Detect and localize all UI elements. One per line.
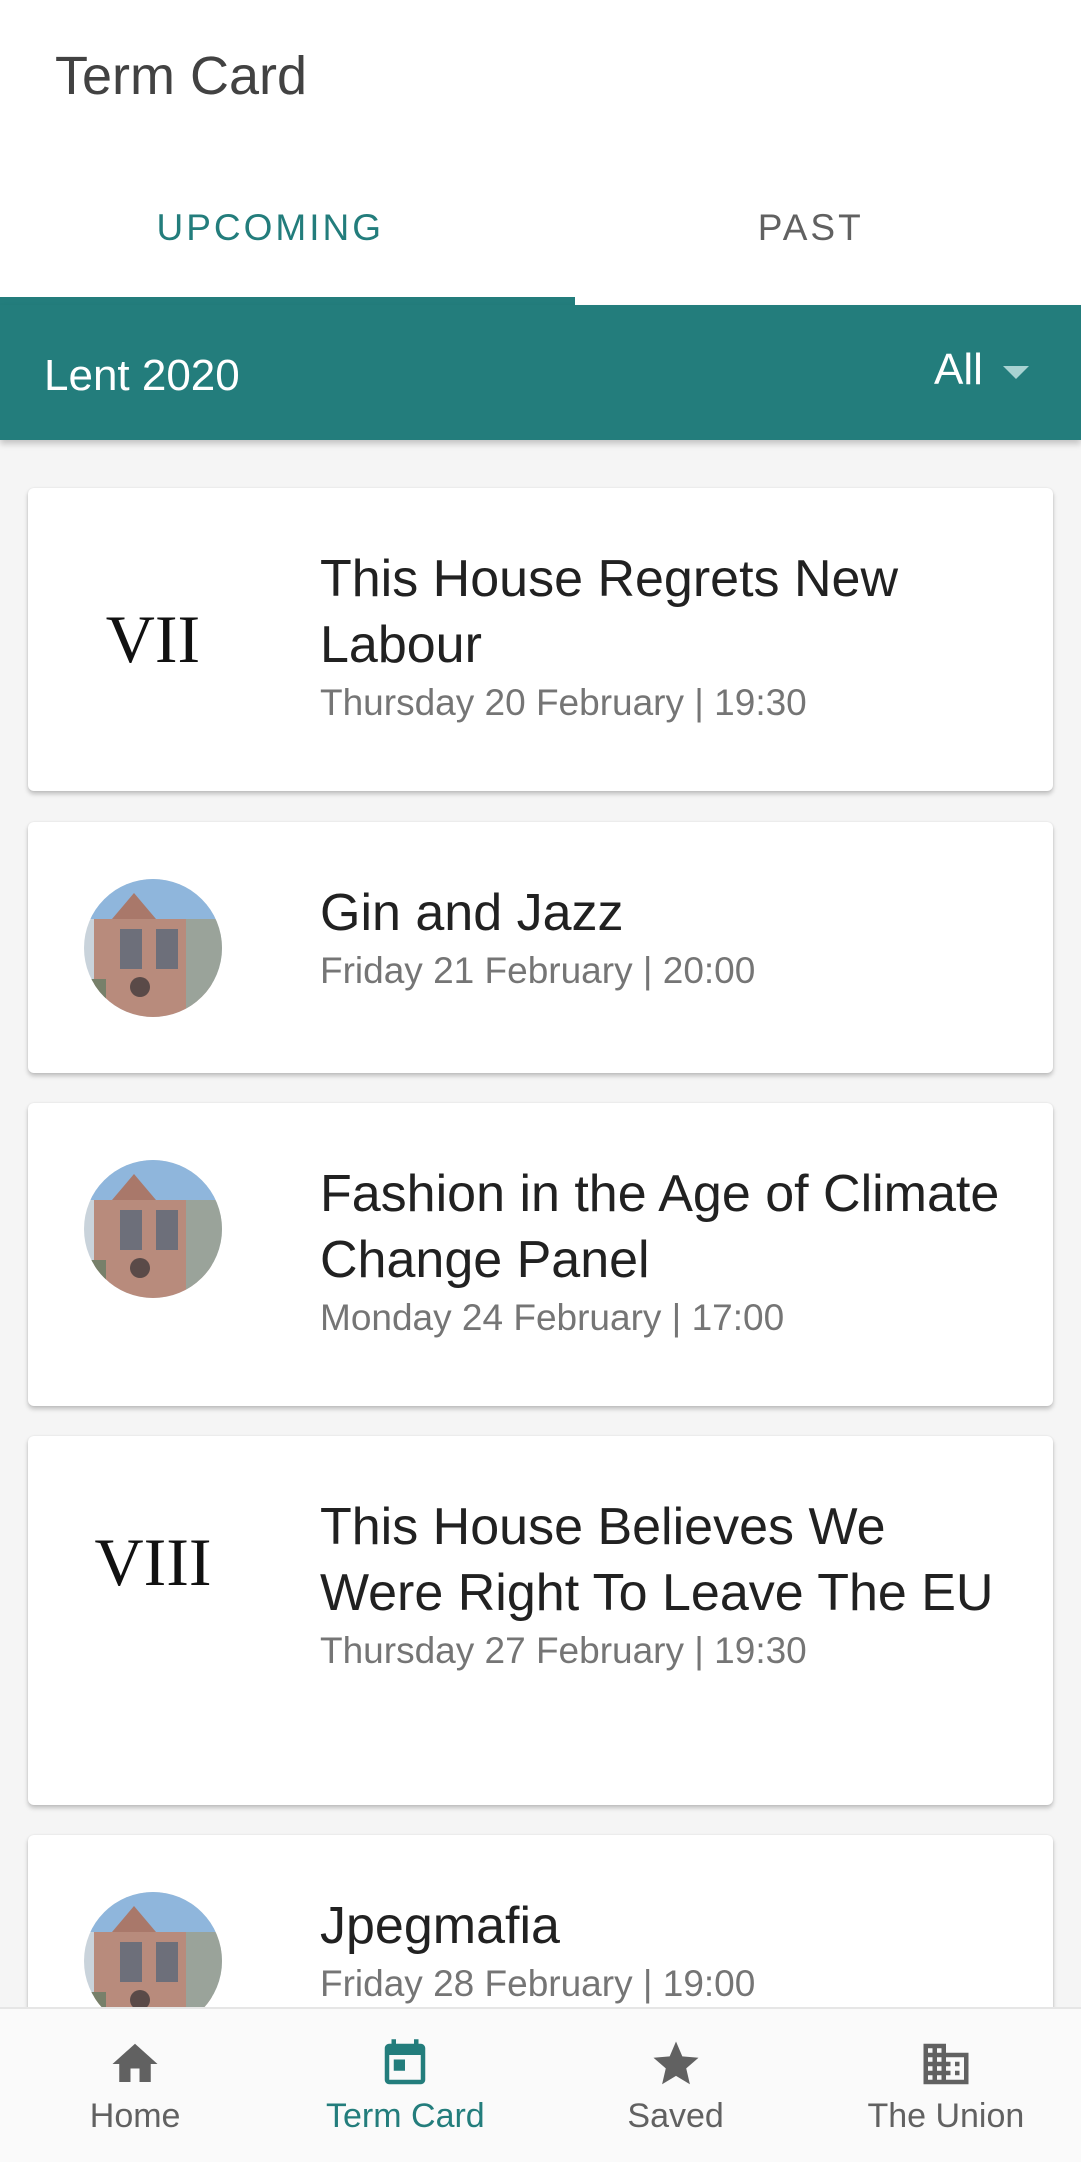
event-thumbnail [83,1891,223,2007]
event-datetime: Thursday 20 February | 19:30 [320,682,807,723]
debate-number: VII [105,600,201,677]
nav-term-card-label: Term Card [326,2097,485,2135]
event-thumbnail [83,1159,223,1299]
event-card[interactable]: Jpegmafia Friday 28 February | 19:00 [28,1835,1053,2007]
tab-upcoming-label: UPCOMING [156,207,384,248]
debate-number-badge: VIII [83,1492,223,1632]
page-title: Term Card [55,46,308,106]
event-card[interactable]: VIII This House Believes We Were Right T… [28,1436,1053,1805]
event-title: Jpegmafia [320,1897,560,1955]
union-building-image [84,879,222,1017]
event-title: This House Believes We Were Right To Lea… [320,1498,994,1622]
nav-the-union[interactable]: The Union [811,2009,1081,2162]
building-icon [923,2043,969,2085]
nav-home[interactable]: Home [0,2009,270,2162]
event-list: VII This House Regrets New Labour Thursd… [0,440,1081,2007]
filter-value: All [934,345,983,394]
tab-past[interactable]: PAST [541,155,1081,305]
event-datetime: Friday 28 February | 19:00 [320,1963,756,2004]
tab-active-indicator [0,297,575,305]
debate-number-badge: VII [83,569,223,709]
calendar-icon [385,2039,426,2085]
event-datetime: Monday 24 February | 17:00 [320,1297,785,1338]
event-datetime: Thursday 27 February | 19:30 [320,1630,807,1671]
nav-saved[interactable]: Saved [541,2009,811,2162]
star-icon [653,2041,699,2085]
dropdown-arrow-icon [1002,365,1029,379]
event-card[interactable]: Gin and Jazz Friday 21 February | 20:00 [28,822,1053,1073]
nav-term-card[interactable]: Term Card [270,2009,540,2162]
nav-home-label: Home [89,2097,181,2135]
event-title: Gin and Jazz [320,884,624,942]
tab-bar: UPCOMING PAST [0,155,1081,305]
tab-past-label: PAST [757,207,864,248]
home-icon [112,2043,158,2082]
event-card[interactable]: VII This House Regrets New Labour Thursd… [28,488,1053,791]
term-label: Lent 2020 [44,351,240,400]
union-building-image [84,1892,222,2007]
union-building-image [84,1160,222,1298]
event-title: Fashion in the Age of Climate Change Pan… [320,1165,1000,1289]
event-thumbnail [83,878,223,1018]
nav-saved-label: Saved [627,2097,724,2135]
nav-the-union-label: The Union [867,2097,1025,2135]
event-card[interactable]: Fashion in the Age of Climate Change Pan… [28,1103,1053,1406]
app-bar: Term Card [0,0,1081,155]
event-title: This House Regrets New Labour [320,550,898,674]
term-filter-bar: Lent 2020 All [0,305,1081,440]
tab-upcoming[interactable]: UPCOMING [0,155,575,305]
debate-number: VIII [94,1523,212,1600]
event-datetime: Friday 21 February | 20:00 [320,950,756,991]
category-filter-dropdown[interactable]: All [934,345,1029,395]
bottom-navigation: Home Term Card Saved The Union [0,2007,1081,2162]
